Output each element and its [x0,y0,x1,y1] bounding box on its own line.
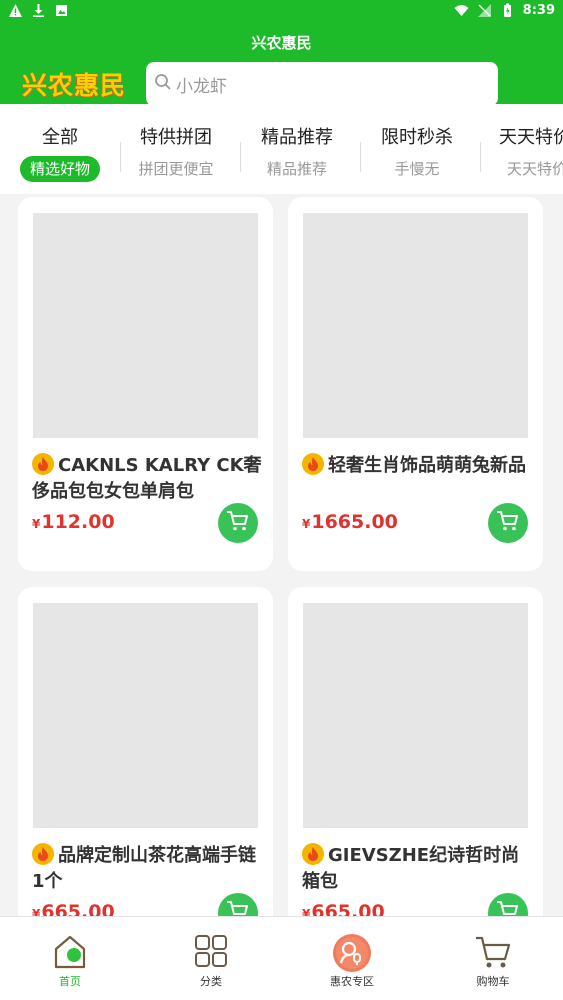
tab-title: 天天特价 [499,127,563,148]
currency-symbol: ¥ [302,907,311,916]
status-bar: 8:39 [0,0,563,24]
tab-flash-sale[interactable]: 限时秒杀 手慢无 [357,124,477,182]
product-name[interactable]: 轻奢生肖饰品萌萌兔新品 [302,453,532,479]
product-price: ¥665.00 [32,901,115,916]
tab-daily-deals[interactable]: 天天特价 天天特价 [478,124,563,182]
cart-icon [226,900,250,916]
currency-symbol: ¥ [32,907,41,916]
product-price: ¥112.00 [32,511,115,533]
fire-icon [302,453,324,475]
product-card[interactable]: 轻奢生肖饰品萌萌兔新品 ¥1665.00 [288,197,543,571]
add-to-cart-button[interactable] [488,503,528,543]
page-title: 兴农惠民 [251,34,312,52]
cart-icon [496,900,520,916]
product-card[interactable]: 品牌定制山茶花高端手链1个 ¥665.00 [18,587,273,916]
price-value: 112.00 [41,511,115,533]
download-icon [31,3,46,18]
tab-subtitle: 拼团更便宜 [138,160,214,178]
fire-icon [302,843,324,865]
cart-icon [496,510,520,536]
product-price: ¥1665.00 [302,511,398,533]
product-price: ¥665.00 [302,901,385,916]
product-image[interactable] [303,213,528,438]
nav-label: 分类 [200,975,222,988]
product-name-text: GIEVSZHE纪诗哲时尚箱包 [302,845,520,892]
image-icon [54,3,69,18]
price-value: 665.00 [41,901,115,916]
search-placeholder: 小龙虾 [176,76,227,97]
category-tabs: 全部 精选好物 特供拼团 拼团更便宜 精品推荐 精品推荐 限时秒杀 手慢无 天天… [0,104,563,194]
nav-category[interactable]: 分类 [141,917,281,1000]
tab-subtitle: 精选好物 [19,156,100,182]
product-card[interactable]: GIEVSZHE纪诗哲时尚箱包 ¥665.00 [288,587,543,916]
tab-subtitle: 天天特价 [507,160,563,178]
tab-title: 特供拼团 [140,127,212,148]
search-icon [154,73,172,95]
tab-all[interactable]: 全部 精选好物 [0,124,120,182]
currency-symbol: ¥ [302,517,311,531]
header-bar: 8:39 兴农惠民 兴农惠民 小龙虾 [0,0,563,106]
product-name-text: 品牌定制山茶花高端手链1个 [32,845,256,892]
cart-icon [226,510,250,536]
add-to-cart-button[interactable] [218,893,258,916]
tab-title: 全部 [42,127,78,148]
nav-label: 惠农专区 [330,975,374,988]
app-logo: 兴农惠民 [22,71,127,100]
nav-cart[interactable]: 购物车 [423,917,563,1000]
fire-icon [32,453,54,475]
home-icon [50,933,90,971]
product-image[interactable] [303,603,528,828]
tab-title: 精品推荐 [261,127,333,148]
add-to-cart-button[interactable] [218,503,258,543]
currency-symbol: ¥ [32,517,41,531]
status-time: 8:39 [522,3,555,18]
wifi-icon [454,3,469,18]
farmer-zone-icon [332,933,372,972]
nav-farmer-zone[interactable]: 惠农专区 [282,917,422,1000]
tab-title: 限时秒杀 [381,127,453,148]
tab-group-buy[interactable]: 特供拼团 拼团更便宜 [116,124,236,182]
tab-recommended[interactable]: 精品推荐 精品推荐 [237,124,357,182]
nav-home[interactable]: 首页 [0,917,140,1000]
product-name[interactable]: 品牌定制山茶花高端手链1个 [32,843,262,895]
fire-icon [32,843,54,865]
product-name[interactable]: CAKNLS KALRY CK奢侈品包包女包单肩包 [32,453,262,505]
product-image[interactable] [33,213,258,438]
nav-label: 购物车 [476,975,510,988]
product-image[interactable] [33,603,258,828]
product-card[interactable]: CAKNLS KALRY CK奢侈品包包女包单肩包 ¥112.00 [18,197,273,571]
bottom-nav: 首页 分类 惠农专区 购物车 [0,916,563,1000]
nav-label: 首页 [59,975,81,988]
tab-subtitle: 精品推荐 [266,160,327,178]
battery-icon [500,3,515,18]
warning-icon [8,3,23,18]
search-input[interactable]: 小龙虾 [146,62,498,106]
product-name-text: CAKNLS KALRY CK奢侈品包包女包单肩包 [32,455,262,502]
tab-subtitle: 手慢无 [394,160,440,178]
shopping-cart-icon [473,933,513,971]
price-value: 665.00 [311,901,385,916]
category-grid-icon [191,933,231,971]
add-to-cart-button[interactable] [488,893,528,916]
price-value: 1665.00 [311,511,398,533]
product-name-text: 轻奢生肖饰品萌萌兔新品 [328,455,526,476]
signal-icon [477,3,492,18]
product-name[interactable]: GIEVSZHE纪诗哲时尚箱包 [302,843,532,895]
product-grid: CAKNLS KALRY CK奢侈品包包女包单肩包 ¥112.00 轻奢生肖饰品… [0,194,563,916]
